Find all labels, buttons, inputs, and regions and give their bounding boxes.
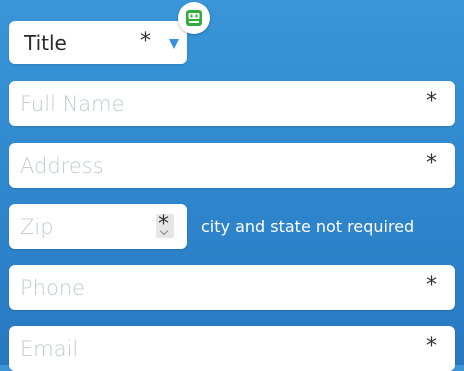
required-mark: * bbox=[426, 151, 437, 176]
full-name-input[interactable]: Full Name * bbox=[9, 81, 455, 126]
zip-placeholder: Zip bbox=[20, 214, 54, 239]
required-mark: * bbox=[140, 29, 151, 54]
zip-note: city and state not required bbox=[201, 217, 415, 236]
email-input[interactable]: Email * bbox=[9, 326, 455, 371]
full-name-placeholder: Full Name bbox=[20, 91, 125, 116]
zip-input[interactable]: Zip * bbox=[9, 204, 187, 249]
address-input[interactable]: Address * bbox=[9, 143, 455, 188]
phone-placeholder: Phone bbox=[20, 275, 86, 300]
title-select[interactable]: Title * bbox=[9, 21, 187, 64]
required-mark: * bbox=[426, 89, 437, 114]
phone-input[interactable]: Phone * bbox=[9, 265, 455, 310]
email-placeholder: Email bbox=[20, 336, 79, 361]
title-select-value: Title bbox=[24, 30, 67, 55]
address-placeholder: Address bbox=[20, 153, 104, 178]
required-mark: * bbox=[426, 273, 437, 298]
required-mark: * bbox=[158, 212, 169, 237]
required-mark: * bbox=[426, 334, 437, 359]
caret-down-icon[interactable] bbox=[169, 39, 179, 49]
robot-icon[interactable] bbox=[178, 2, 210, 34]
